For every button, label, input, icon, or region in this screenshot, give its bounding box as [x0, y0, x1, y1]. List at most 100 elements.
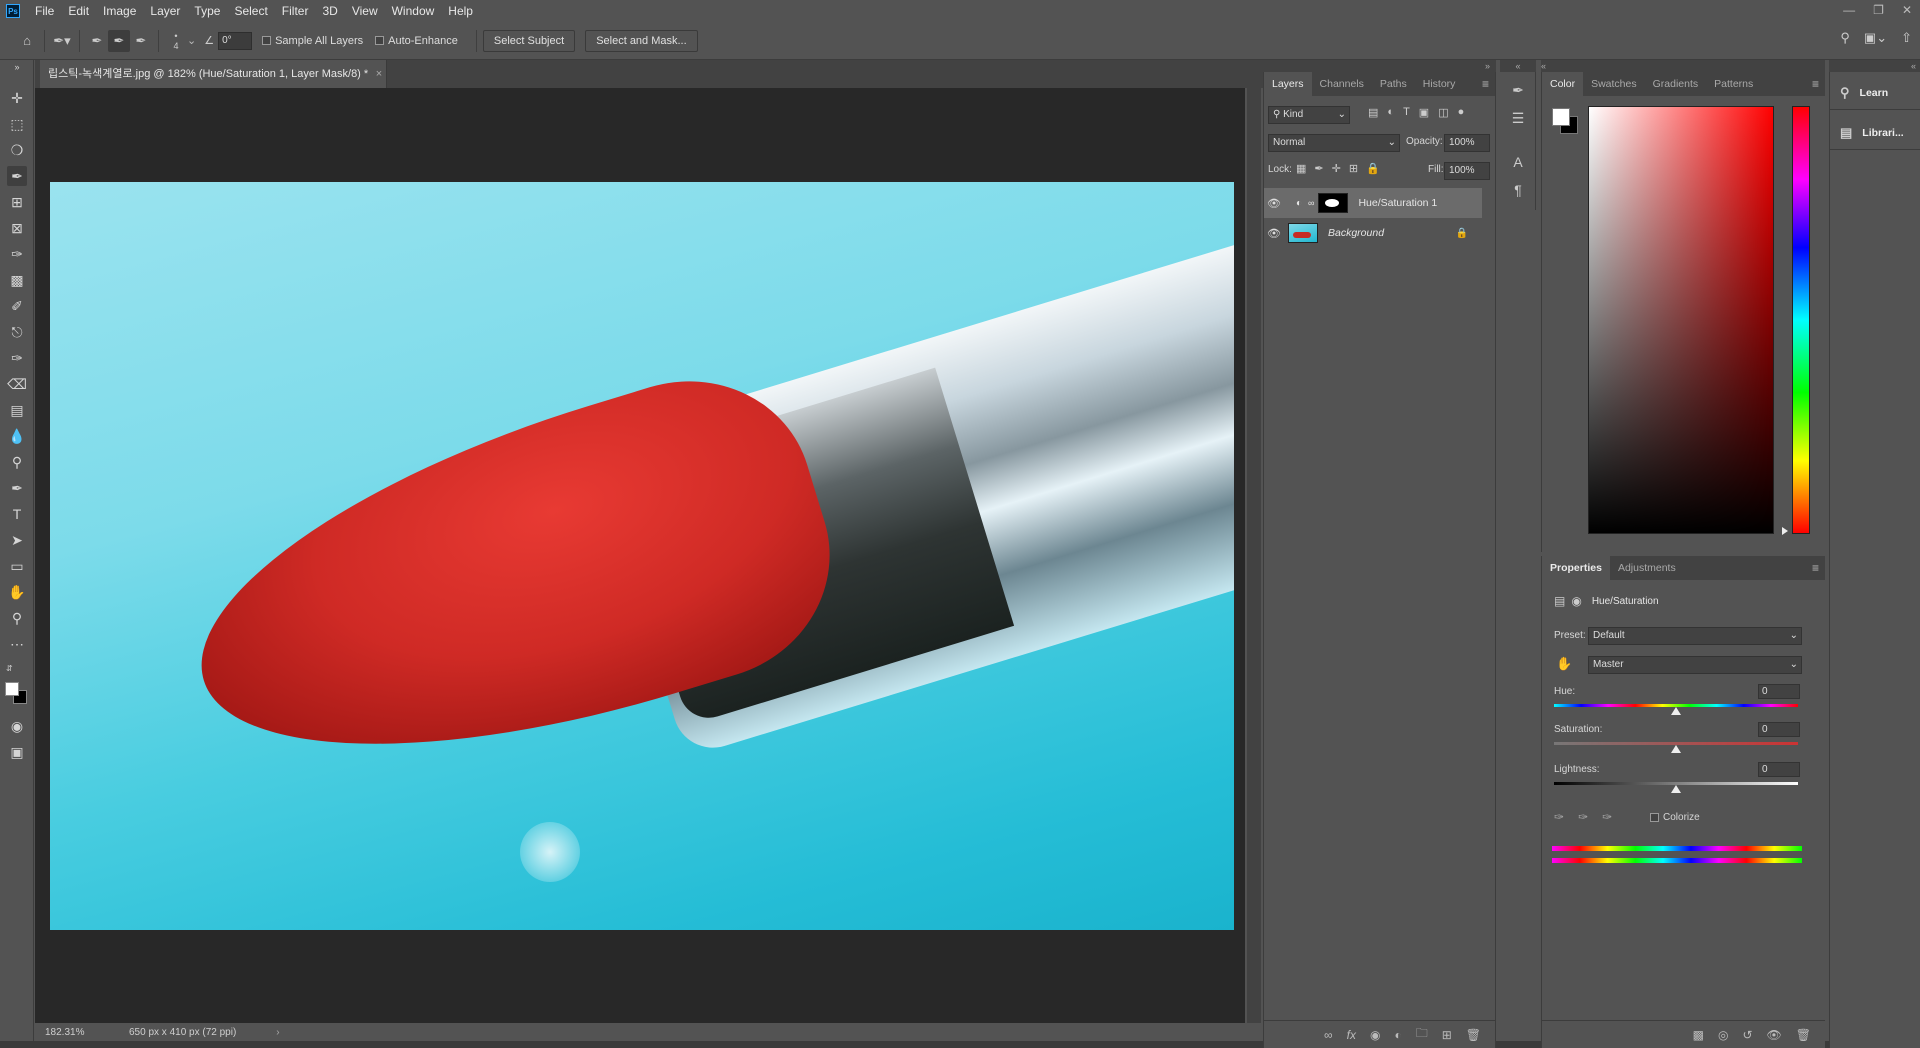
filter-adjustment-icon[interactable]: ◐ [1387, 106, 1394, 119]
filter-pixel-icon[interactable]: ▤ [1368, 106, 1378, 119]
minimize-icon[interactable]: — [1843, 0, 1855, 20]
menu-file[interactable]: File [28, 0, 61, 22]
saturation-slider-knob[interactable] [1671, 745, 1681, 753]
dodge-tool-icon[interactable]: ⚲ [7, 452, 27, 472]
marquee-tool-icon[interactable]: ⬚ [7, 114, 27, 134]
sample-all-layers-checkbox[interactable]: Sample All Layers [262, 35, 363, 47]
collapse-panels-icon[interactable]: » [1263, 60, 1496, 72]
panel-menu-icon[interactable]: ≡ [1482, 77, 1489, 91]
tab-gradients[interactable]: Gradients [1645, 72, 1707, 96]
blur-tool-icon[interactable]: 💧 [7, 426, 27, 446]
zoom-level[interactable]: 182.31% [45, 1027, 105, 1038]
lock-image-icon[interactable]: ✒ [1314, 162, 1323, 175]
opacity-field[interactable]: 100% [1444, 134, 1490, 152]
visibility-eye-icon[interactable]: 👁 [1767, 1028, 1782, 1042]
layer-mask-thumbnail[interactable] [1318, 193, 1349, 213]
workspace-icon[interactable]: ▣⌄ [1864, 30, 1887, 46]
close-tab-icon[interactable]: × [376, 60, 382, 88]
brush-tool-icon[interactable]: ✐ [7, 296, 27, 316]
targeted-adjustment-hand-icon[interactable]: ✋ [1556, 656, 1572, 672]
subtract-from-selection-brush-icon[interactable]: ✒ [130, 30, 152, 52]
learn-panel-button[interactable]: ⚲ Learn [1830, 76, 1920, 110]
menu-image[interactable]: Image [96, 0, 143, 22]
lock-position-icon[interactable]: ✛ [1332, 162, 1341, 175]
foreground-color-swatch[interactable] [5, 682, 19, 696]
menu-window[interactable]: Window [385, 0, 442, 22]
angle-field[interactable]: 0° [218, 31, 253, 50]
tab-paths[interactable]: Paths [1372, 72, 1415, 96]
restore-icon[interactable]: ❐ [1873, 0, 1884, 20]
new-adjustment-icon[interactable]: ◐ [1394, 1028, 1401, 1042]
rectangle-tool-icon[interactable]: ▭ [7, 556, 27, 576]
eyedropper-tool-icon[interactable]: ✑ [7, 244, 27, 264]
hue-slider-knob[interactable] [1671, 707, 1681, 715]
eyedropper-plus-icon[interactable]: ✑ [1578, 810, 1588, 824]
history-brush-tool-icon[interactable]: ✑ [7, 348, 27, 368]
lock-artboard-icon[interactable]: ⊞ [1349, 162, 1358, 175]
status-menu-arrow-icon[interactable]: › [276, 1027, 279, 1038]
document-image[interactable] [50, 182, 1234, 930]
eraser-tool-icon[interactable]: ⌫ [7, 374, 27, 394]
filter-toggle-icon[interactable]: ● [1458, 106, 1465, 119]
lock-all-icon[interactable]: 🔒 [1366, 162, 1380, 175]
chevron-down-icon[interactable]: ⌄ [187, 34, 196, 47]
tab-history[interactable]: History [1415, 72, 1464, 96]
quick-selection-preset-icon[interactable]: ✒▾ [51, 30, 73, 52]
tab-properties[interactable]: Properties [1542, 556, 1610, 580]
filter-shape-icon[interactable]: ▣ [1419, 106, 1429, 119]
clip-to-layer-icon[interactable]: ▩ [1693, 1028, 1704, 1042]
visibility-eye-icon[interactable]: 👁 [1264, 227, 1284, 240]
tab-swatches[interactable]: Swatches [1583, 72, 1645, 96]
hand-tool-icon[interactable]: ✋ [7, 582, 27, 602]
brush-size-picker[interactable]: • 4 [165, 30, 187, 52]
home-icon[interactable]: ⌂ [16, 30, 38, 52]
expand-toolbar-icon[interactable]: » [7, 62, 27, 72]
tab-color[interactable]: Color [1542, 72, 1584, 96]
collapse-icon-column[interactable]: « [1500, 60, 1536, 72]
link-icon[interactable]: ∞ [1308, 198, 1314, 208]
select-and-mask-button[interactable]: Select and Mask... [585, 29, 698, 52]
healing-brush-tool-icon[interactable]: ▩ [7, 270, 27, 290]
screen-mode-icon[interactable]: ▣ [7, 742, 27, 762]
tab-channels[interactable]: Channels [1312, 72, 1372, 96]
zoom-tool-icon[interactable]: ⚲ [7, 608, 27, 628]
adjustment-presets-icon[interactable]: ☰ [1508, 108, 1528, 128]
lasso-tool-icon[interactable]: ❍ [7, 140, 27, 160]
menu-select[interactable]: Select [227, 0, 274, 22]
layer-row[interactable]: 👁 Background 🔒 [1264, 218, 1482, 248]
new-selection-brush-icon[interactable]: ✒ [86, 30, 108, 52]
menu-view[interactable]: View [345, 0, 385, 22]
lightness-field[interactable]: 0 [1758, 762, 1800, 777]
mask-properties-icon[interactable]: ◉ [1571, 594, 1581, 608]
new-layer-icon[interactable]: ⊞ [1442, 1028, 1452, 1042]
quick-mask-icon[interactable]: ◉ [7, 716, 27, 736]
panel-menu-icon[interactable]: ≡ [1812, 77, 1819, 91]
new-group-icon[interactable]: 🗀 [1416, 1024, 1428, 1045]
view-previous-icon[interactable]: ◎ [1718, 1028, 1728, 1042]
fill-field[interactable]: 100% [1444, 162, 1490, 180]
paragraph-icon[interactable]: ¶ [1508, 180, 1528, 200]
layer-thumbnail[interactable] [1288, 223, 1318, 243]
link-layers-icon[interactable]: ∞ [1324, 1028, 1333, 1042]
layer-name[interactable]: Background [1328, 227, 1384, 239]
crop-tool-icon[interactable]: ⊞ [7, 192, 27, 212]
pen-tool-icon[interactable]: ✒ [7, 478, 27, 498]
path-selection-tool-icon[interactable]: ➤ [7, 530, 27, 550]
quick-selection-tool-icon[interactable]: ✒ [7, 166, 27, 186]
add-to-selection-brush-icon[interactable]: ✒ [108, 29, 130, 52]
layer-style-icon[interactable]: fx [1347, 1028, 1356, 1042]
lightness-slider-knob[interactable] [1671, 785, 1681, 793]
delete-icon[interactable]: 🗑 [1796, 1028, 1811, 1042]
collapse-learn-column[interactable]: « [1829, 60, 1920, 72]
tab-layers[interactable]: Layers [1264, 72, 1312, 96]
filter-type-icon[interactable]: T [1403, 106, 1410, 119]
eyedropper-minus-icon[interactable]: ✑ [1602, 810, 1612, 824]
search-icon[interactable]: ⚲ [1840, 30, 1850, 46]
menu-layer[interactable]: Layer [143, 0, 187, 22]
filter-smart-object-icon[interactable]: ◫ [1438, 106, 1448, 119]
lock-transparent-icon[interactable]: ▦ [1296, 162, 1306, 175]
delete-layer-icon[interactable]: 🗑 [1466, 1028, 1481, 1042]
type-tool-icon[interactable]: T [7, 504, 27, 524]
clone-stamp-tool-icon[interactable]: ⎋ [7, 322, 27, 342]
vertical-scrollbar[interactable] [1247, 88, 1261, 1023]
